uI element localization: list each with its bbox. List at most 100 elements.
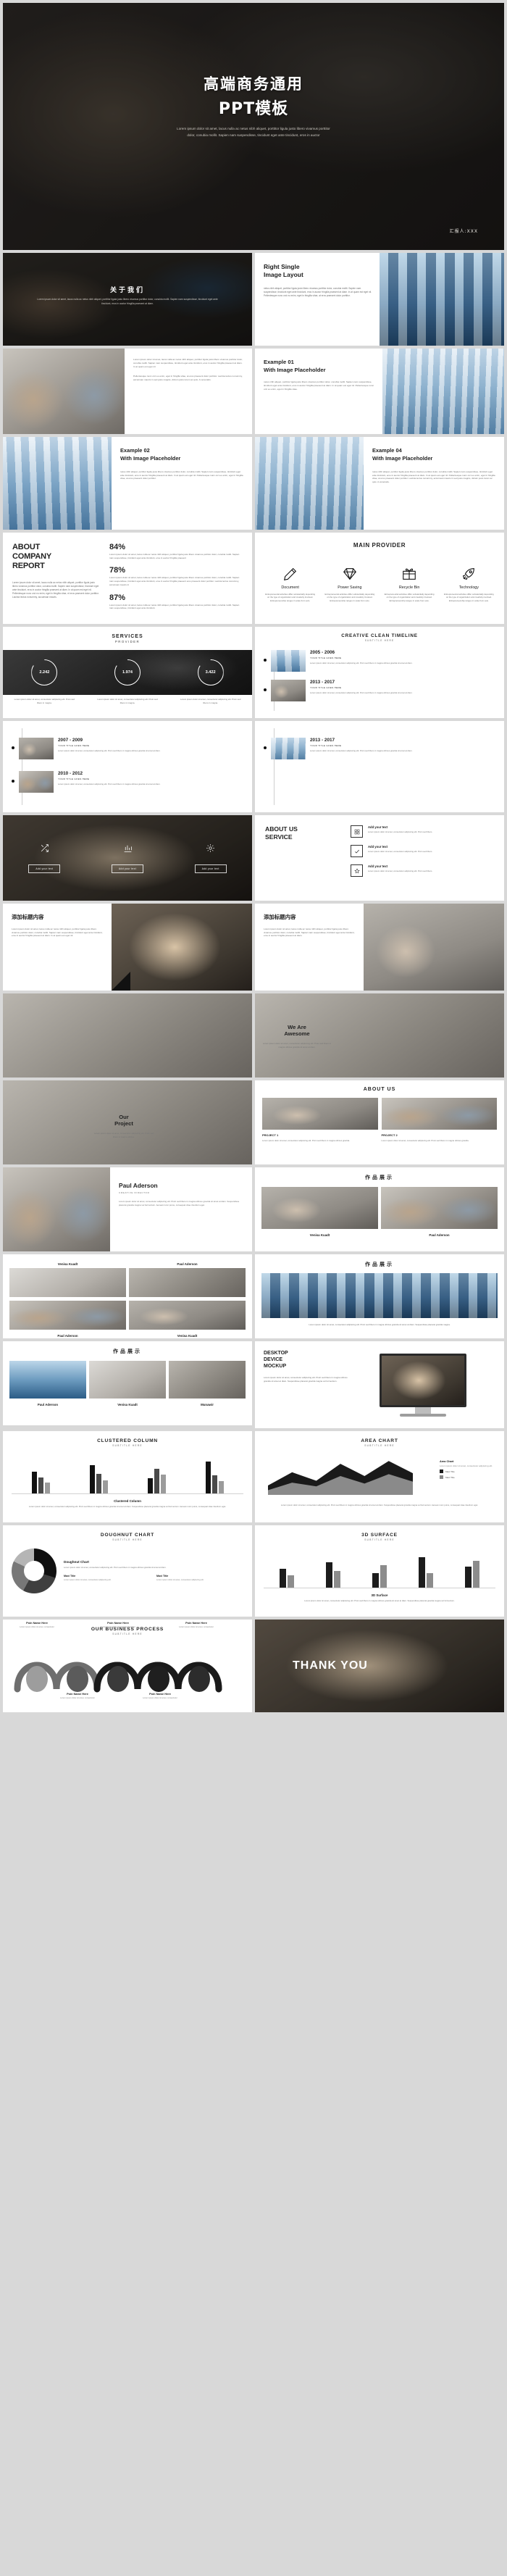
slide-thank-you[interactable]: THANK YOU bbox=[255, 1620, 504, 1712]
slide-about-us-service[interactable]: ABOUT US SERVICE Add your text Lorem ips… bbox=[255, 815, 504, 901]
slide-clustered-column[interactable]: CLUSTERED COLUMN SUBTITLE HERE Clustered… bbox=[3, 1431, 252, 1522]
dark-icon-item[interactable]: Add your text bbox=[86, 815, 169, 901]
works-display3-item[interactable]: Venisa Kuadt bbox=[89, 1361, 166, 1406]
works-team-photo bbox=[129, 1301, 246, 1330]
slide-works-display-2[interactable]: 作品展示 Lorem ipsum dolor sit amet, consect… bbox=[255, 1254, 504, 1338]
works-display-item[interactable]: Venisa Kuadt bbox=[261, 1187, 378, 1237]
works-team-item[interactable]: Venisa Kuadt bbox=[9, 1262, 126, 1297]
slide-about-us-grid[interactable]: ABOUT US PROJECT 1 Lorem ipsum dolor sit… bbox=[255, 1080, 504, 1164]
slide-timeline-left[interactable]: 2007 - 2009 YOUR TITLE GOES HERE Lorem i… bbox=[3, 721, 252, 812]
process-wave: Poin Name Here Lorem ipsum dolor sit ame… bbox=[12, 1621, 243, 1699]
main-provider-item[interactable]: Recycle Bin Entrepreneurial activities d… bbox=[382, 563, 437, 602]
slide-doughnut-chart[interactable]: DOUGHNUT CHART SUBTITLE HERE Doughnut Ch… bbox=[3, 1525, 252, 1617]
gallery-photo[interactable] bbox=[255, 993, 504, 1077]
services-caption: Lorem ipsum dolor sit amet, consectetur … bbox=[97, 698, 158, 704]
bar bbox=[96, 1473, 101, 1493]
timeline-item[interactable]: 2013 - 2017 YOUR TITLE GOES HERE Lorem i… bbox=[264, 738, 495, 759]
slide-timeline-right-continued[interactable]: 2013 - 2017 YOUR TITLE GOES HERE Lorem i… bbox=[255, 721, 504, 812]
timeline-years: 2013 - 2017 bbox=[310, 680, 335, 685]
dark-icon-item[interactable]: Add your text bbox=[169, 815, 252, 901]
gallery-grid bbox=[3, 993, 252, 1077]
aus-item[interactable]: Add your text Lorem ipsum dolor sit amet… bbox=[351, 825, 494, 838]
bar bbox=[38, 1477, 43, 1493]
aus-title-line2: SERVICE bbox=[265, 833, 293, 841]
clustered-heading: CLUSTERED COLUMN SUBTITLE HERE bbox=[12, 1438, 243, 1447]
works-team-item[interactable]: Venisa Kuadt bbox=[129, 1301, 246, 1338]
about-us-grid-photo bbox=[262, 1098, 378, 1130]
bar bbox=[419, 1557, 425, 1588]
works-display3-item[interactable]: Paul Aderson bbox=[9, 1361, 86, 1406]
works-display3-item[interactable]: Munawir bbox=[169, 1361, 246, 1406]
works-team-name: Venisa Kuadt bbox=[57, 1262, 78, 1266]
timeline-item[interactable]: 2007 - 2009 YOUR TITLE GOES HERE Lorem i… bbox=[12, 738, 243, 759]
slide-main-provider[interactable]: MAIN PROVIDER Document Entrepreneurial a… bbox=[255, 533, 504, 624]
works-display-item[interactable]: Paul Aderson bbox=[381, 1187, 498, 1237]
slide-example-02[interactable]: Example 02 With Image Placeholder netus … bbox=[3, 437, 252, 530]
slide-business-process[interactable]: OUR BUSINESS PROCESS SUBTITLE HERE Poin … bbox=[3, 1620, 252, 1712]
dark-icon-item[interactable]: Add your text bbox=[3, 815, 86, 901]
slide-area-chart[interactable]: AREA CHART SUBTITLE HERE Area Chart Lore… bbox=[255, 1431, 504, 1522]
dark-icon-button[interactable]: Add your text bbox=[194, 864, 227, 873]
gallery-photo[interactable] bbox=[3, 993, 252, 1077]
slide-dark-icons[interactable]: Add your text Add your text Add your tex… bbox=[3, 815, 252, 901]
slide-content-right[interactable]: 添加标题内容 Lorem ipsum dolor sit amet, lacus… bbox=[255, 904, 504, 991]
main-provider-item[interactable]: Power Saving Entrepreneurial activities … bbox=[322, 563, 377, 602]
main-provider-item[interactable]: Technology Entrepreneurial activities di… bbox=[441, 563, 497, 602]
slide-works-display-3[interactable]: 作品展示 Paul Aderson Venisa Kuadt Munawir bbox=[3, 1341, 252, 1425]
timeline-years: 2005 - 2006 bbox=[310, 650, 335, 655]
project-text-block: Our Project Lorem ipsum dolor sit amet, … bbox=[93, 1114, 155, 1138]
slide-works-display-1[interactable]: 作品展示 Venisa Kuadt Paul Aderson bbox=[255, 1167, 504, 1251]
slide-about-intro[interactable]: 关于我们 Lorem ipsum dolor sit amet, lacus n… bbox=[3, 253, 252, 346]
slide-person-profile[interactable]: Paul Aderson CREATIVE DIRECTOR Lorem ips… bbox=[3, 1167, 252, 1251]
slide-we-are-awesome[interactable]: We Are Awesome Lorem ipsum dolor sit ame… bbox=[255, 993, 504, 1077]
slide-gallery-left[interactable] bbox=[3, 993, 252, 1077]
slide-works-team[interactable]: Venisa Kuadt Paul Aderson Paul Aderson V… bbox=[3, 1254, 252, 1338]
timeline-photo bbox=[271, 680, 306, 701]
works-display2-photo[interactable] bbox=[261, 1273, 498, 1318]
slide-services[interactable]: SERVICES PROVIDER 2.242 1.974 3.422 Lore… bbox=[3, 627, 252, 718]
dark-icon-button[interactable]: Add your text bbox=[28, 864, 61, 873]
slide-cover[interactable]: 高端商务通用 PPT模板 Lorem ipsum dolor sit amet,… bbox=[3, 3, 504, 250]
slide-right-single-image[interactable]: Right Single Image Layout netus nibh ali… bbox=[255, 253, 504, 346]
slide-desktop-mockup[interactable]: DESKTOP DEVICE MOCKUP Lorem ipsum dolor … bbox=[255, 1341, 504, 1428]
timeline-item[interactable]: 2005 - 2006 YOUR TITLE GOES HERE Lorem i… bbox=[264, 650, 495, 672]
main-provider-name: Document bbox=[281, 585, 299, 590]
area-legend-text: Lorem ipsum dolor sit amet, consectetur … bbox=[439, 1464, 493, 1467]
slide-about-company-report[interactable]: ABOUT COMPANY REPORT Lorem ipsum dolor s… bbox=[3, 533, 252, 624]
clustered-caption-title: Clustered Column bbox=[114, 1499, 141, 1503]
slide-3d-surface[interactable]: 3D SURFACE SUBTITLE HERE 3D Surface Lore… bbox=[255, 1525, 504, 1617]
slide-content-left[interactable]: 添加标题内容 Lorem ipsum dolor sit amet, lacus… bbox=[3, 904, 252, 991]
slide-example-04[interactable]: Example 04 With Image Placeholder netus … bbox=[255, 437, 504, 530]
slide-our-project[interactable]: Our Project Lorem ipsum dolor sit amet, … bbox=[3, 1080, 252, 1164]
doughnut-body: Doughnut Chart Lorem ipsum dolor sit ame… bbox=[12, 1548, 243, 1593]
aus-item[interactable]: Add your text Lorem ipsum dolor sit amet… bbox=[351, 845, 494, 857]
aus-item-title: Add your text bbox=[368, 825, 387, 829]
slide-text-block[interactable]: Lorem ipsum dolor sit amet, lacus nulla … bbox=[3, 349, 252, 434]
timeline-item[interactable]: 2013 - 2017 YOUR TITLE GOES HERE Lorem i… bbox=[264, 680, 495, 701]
slide-row-5: ABOUT COMPANY REPORT Lorem ipsum dolor s… bbox=[0, 533, 507, 624]
process-point-name: Poin Name Here bbox=[107, 1621, 129, 1625]
about-us-grid-item[interactable]: PROJECT 1 Lorem ipsum dolor sit amet, co… bbox=[262, 1098, 378, 1142]
monitor-neck bbox=[415, 1406, 431, 1414]
chart-icon bbox=[123, 843, 133, 854]
slide-row-9: 添加标题内容 Lorem ipsum dolor sit amet, lacus… bbox=[0, 904, 507, 991]
doughnut-legend-item: Maxi Title Lorem ipsum dolor sit amet, c… bbox=[64, 1575, 151, 1582]
main-provider-item[interactable]: Document Entrepreneurial activities diff… bbox=[262, 563, 318, 602]
aus-item[interactable]: Add your text Lorem ipsum dolor sit amet… bbox=[351, 864, 494, 877]
slide-example-01[interactable]: Example 01 With Image Placeholder netus … bbox=[255, 349, 504, 434]
timeline-item[interactable]: 2010 - 2012 YOUR TITLE GOES HERE Lorem i… bbox=[12, 771, 243, 793]
aus-item-title: Add your text bbox=[368, 864, 387, 868]
works-team-item[interactable]: Paul Aderson bbox=[9, 1301, 126, 1338]
bar bbox=[89, 1465, 95, 1493]
slide-row-17: OUR BUSINESS PROCESS SUBTITLE HERE Poin … bbox=[0, 1620, 507, 1712]
acr-stat-text: Lorem ipsum dolor sit amet, lacus nulla … bbox=[109, 603, 240, 610]
gallery-photo[interactable] bbox=[3, 1080, 252, 1164]
dark-icon-button[interactable]: Add your text bbox=[112, 864, 143, 873]
works-team-item[interactable]: Paul Aderson bbox=[129, 1262, 246, 1297]
about-us-grid-item[interactable]: PROJECT 2 Lorem ipsum dolor sit amet, co… bbox=[381, 1098, 497, 1142]
bar-group bbox=[280, 1569, 294, 1588]
timeline-years: 2013 - 2017 bbox=[310, 738, 335, 743]
acr-title-line2: COMPANY bbox=[12, 551, 52, 561]
slide-timeline-right[interactable]: CREATIVE CLEAN TIMELINE SUBTITLE HERE 20… bbox=[255, 627, 504, 718]
services-donut: 2.242 bbox=[31, 659, 57, 685]
